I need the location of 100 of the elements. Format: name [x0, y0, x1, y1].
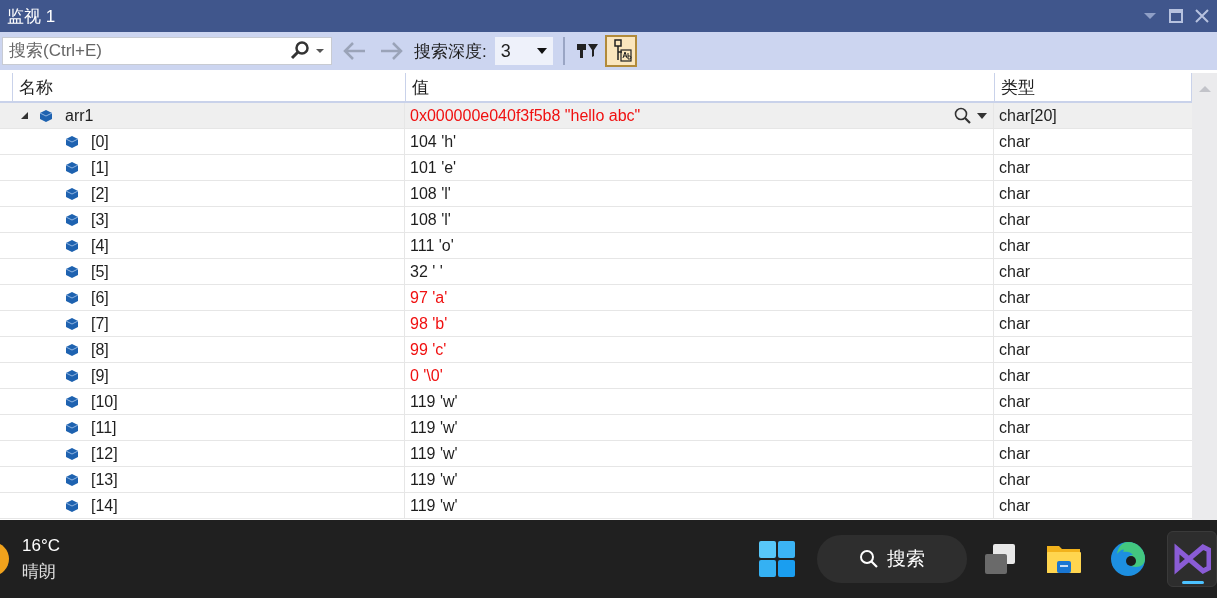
search-input[interactable]: 搜索(Ctrl+E) — [7, 40, 285, 62]
table-row[interactable]: [11] 119 'w' char — [0, 415, 1192, 441]
variable-type: char — [999, 262, 1031, 281]
variable-icon — [65, 290, 79, 305]
variable-value: 119 'w' — [410, 444, 459, 463]
variable-value: 108 'l' — [410, 210, 452, 229]
table-row[interactable]: [10] 119 'w' char — [0, 389, 1192, 415]
variable-value: 99 'c' — [410, 340, 448, 359]
search-icon — [859, 549, 879, 569]
variable-name: [5] — [91, 262, 109, 281]
variable-name: [8] — [91, 340, 109, 359]
variable-type: char — [999, 132, 1031, 151]
table-row[interactable]: [9] 0 '\0' char — [0, 363, 1192, 389]
table-row[interactable]: [5] 32 ' ' char — [0, 259, 1192, 285]
variable-icon — [65, 368, 79, 383]
magnifier-icon[interactable] — [954, 107, 971, 124]
variable-value: 0 '\0' — [410, 366, 444, 385]
variable-icon — [65, 498, 79, 513]
search-field[interactable]: 搜索(Ctrl+E) — [2, 37, 332, 65]
column-header[interactable]: 值 — [406, 73, 995, 101]
variable-type: char — [999, 314, 1031, 333]
variable-type: char — [999, 470, 1031, 489]
table-row[interactable]: [2] 108 'l' char — [0, 181, 1192, 207]
variable-value: 98 'b' — [410, 314, 449, 333]
table-row[interactable]: [3] 108 'l' char — [0, 207, 1192, 233]
variable-value: 32 ' ' — [410, 262, 444, 281]
table-row[interactable]: [6] 97 'a' char — [0, 285, 1192, 311]
close-icon[interactable] — [1195, 9, 1209, 23]
caret-icon[interactable] — [977, 111, 987, 120]
variable-type: char — [999, 288, 1031, 307]
table-row[interactable]: [1] 101 'e' char — [0, 155, 1192, 181]
variable-value: 104 'h' — [410, 132, 458, 151]
hex-view-button[interactable] — [604, 35, 637, 67]
maximize-icon[interactable] — [1169, 9, 1183, 23]
variable-icon — [65, 420, 79, 435]
variable-icon — [39, 108, 53, 123]
caret-icon — [536, 47, 547, 55]
table-row[interactable]: [12] 119 'w' char — [0, 441, 1192, 467]
window-title: 监视 1 — [7, 5, 56, 28]
variable-name: [9] — [91, 366, 109, 385]
variable-icon — [65, 186, 79, 201]
variable-type: char — [999, 184, 1031, 203]
temperature-text: 16°C — [22, 535, 60, 556]
column-header[interactable]: 名称 — [13, 73, 406, 101]
dropdown-icon[interactable] — [1143, 11, 1157, 21]
variable-value: 97 'a' — [410, 288, 449, 307]
taskbar-search[interactable]: 搜索 — [817, 535, 967, 583]
variable-type: char — [999, 392, 1031, 411]
variable-name: [12] — [91, 444, 118, 463]
depth-label: 搜索深度: — [414, 40, 487, 63]
variable-icon — [65, 134, 79, 149]
weather-condition: 晴朗 — [22, 560, 57, 583]
table-row[interactable]: [0] 104 'h' char — [0, 129, 1192, 155]
variable-icon — [65, 160, 79, 175]
variable-type: char — [999, 158, 1031, 177]
variable-type: char — [999, 340, 1031, 359]
variable-icon — [65, 446, 79, 461]
start-icon[interactable] — [759, 541, 795, 577]
caret-icon[interactable] — [315, 47, 325, 55]
variable-type: char — [999, 418, 1031, 437]
variable-name: [4] — [91, 236, 109, 255]
variable-type: char — [999, 366, 1031, 385]
variable-name: [7] — [91, 314, 109, 333]
variable-icon — [65, 316, 79, 331]
table-row[interactable]: arr1 0x000000e040f3f5b8 "hello abc" char[20] — [0, 103, 1192, 129]
table-row[interactable]: [7] 98 'b' char — [0, 311, 1192, 337]
variable-icon — [65, 342, 79, 357]
table-row[interactable]: [13] 119 'w' char — [0, 467, 1192, 493]
variable-name: [13] — [91, 470, 118, 489]
task-view-icon — [983, 542, 1017, 576]
variable-name: [6] — [91, 288, 109, 307]
search-icon — [289, 41, 311, 61]
table-row[interactable]: [8] 99 'c' char — [0, 337, 1192, 363]
variable-value: 108 'l' — [410, 184, 452, 203]
variable-type: char — [999, 236, 1031, 255]
browser-icon — [1110, 541, 1146, 577]
table-row[interactable]: [14] 119 'w' char — [0, 493, 1192, 519]
variable-name: arr1 — [65, 106, 94, 125]
variable-icon — [65, 212, 79, 227]
depth-dropdown[interactable]: 3 — [494, 37, 553, 65]
variable-type: char[20] — [999, 106, 1057, 125]
variable-value: 101 'e' — [410, 158, 458, 177]
taskbar-app[interactable] — [1167, 531, 1217, 587]
scrollbar[interactable] — [1192, 73, 1217, 520]
variable-name: [11] — [91, 418, 117, 437]
variable-value: 119 'w' — [410, 418, 459, 437]
variable-type: char — [999, 210, 1031, 229]
variable-value: 0x000000e040f3f5b8 "hello abc" — [410, 106, 642, 125]
variable-value: 111 'o' — [410, 236, 455, 255]
table-row[interactable]: [4] 111 'o' char — [0, 233, 1192, 259]
variable-value: 119 'w' — [410, 470, 459, 489]
variable-icon — [65, 238, 79, 253]
variable-icon — [65, 264, 79, 279]
collapse-icon[interactable] — [20, 111, 29, 120]
variable-icon — [65, 394, 79, 409]
variable-name: [2] — [91, 184, 109, 203]
variable-name: [14] — [91, 496, 118, 515]
variable-name: [3] — [91, 210, 109, 229]
variable-icon — [65, 472, 79, 487]
studio-icon — [1173, 541, 1211, 577]
